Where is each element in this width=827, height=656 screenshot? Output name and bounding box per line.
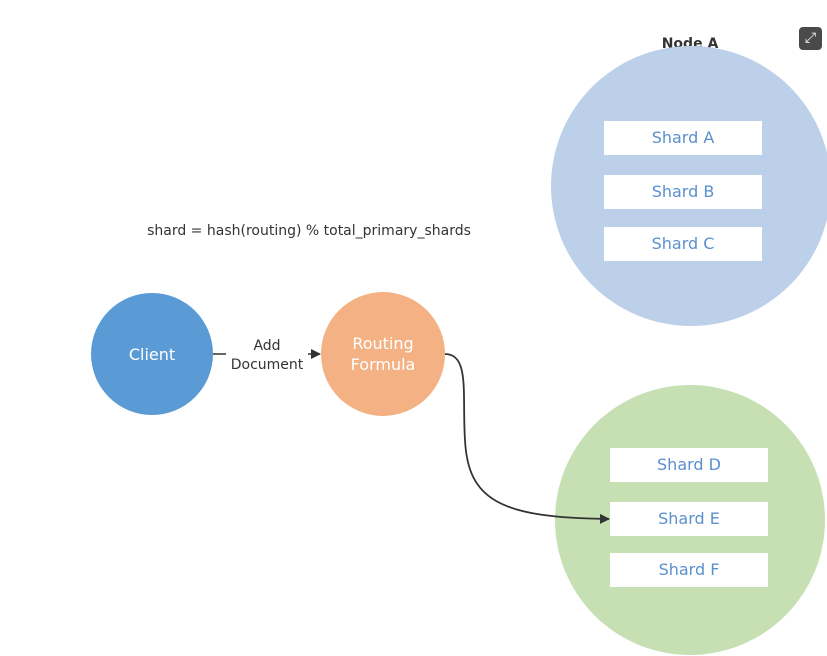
shard-c-box: Shard C [604,227,762,261]
routing-label-line2: Formula [351,355,416,374]
svg-text:Shard B: Shard B [652,182,715,201]
shard-a-box: Shard A [604,121,762,155]
routing-formula-node [321,292,445,416]
svg-text:Shard A: Shard A [652,128,715,147]
edge-label-line1: Add [253,338,280,354]
shard-b-box: Shard B [604,175,762,209]
svg-text:Shard C: Shard C [652,234,715,253]
shard-e-box: Shard E [610,502,768,536]
svg-text:Shard F: Shard F [659,560,720,579]
routing-label-line1: Routing [352,334,413,353]
client-label: Client [129,345,175,364]
shard-f-box: Shard F [610,553,768,587]
shard-d-box: Shard D [610,448,768,482]
svg-text:Shard D: Shard D [657,455,721,474]
expand-icon[interactable]: ⤢ [799,27,822,50]
routing-formula-text: shard = hash(routing) % total_primary_sh… [147,223,471,239]
svg-text:Shard E: Shard E [658,509,720,528]
diagram: Node A Shard A Shard B Shard C Shard D S… [91,36,827,655]
edge-label-line2: Document [231,357,304,373]
